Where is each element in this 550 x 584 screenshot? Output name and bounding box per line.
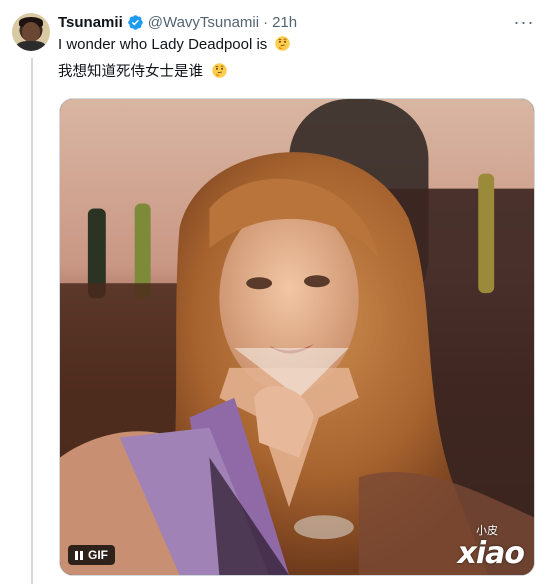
gif-media[interactable]: GIF 小皮 xiao — [59, 98, 535, 576]
tweet-text-chinese: 我想知道死侍女士是谁 — [58, 64, 203, 80]
thread-line — [31, 58, 33, 584]
tweet-text-line2: 我想知道死侍女士是谁 — [58, 62, 228, 82]
thinking-face-emoji-icon — [274, 35, 291, 52]
avatar-face — [22, 22, 40, 42]
avatar[interactable] — [12, 13, 50, 51]
more-options-icon[interactable]: ··· — [514, 12, 534, 32]
avatar-shirt — [16, 41, 46, 51]
gif-label: GIF — [88, 548, 108, 562]
display-name[interactable]: Tsunamii — [58, 14, 123, 31]
pause-icon — [75, 550, 83, 560]
tweet-text-english: I wonder who Lady Deadpool is — [58, 36, 268, 53]
watermark-small-text: 小皮 — [476, 524, 498, 537]
thinking-face-emoji-icon — [211, 62, 228, 79]
user-handle[interactable]: @WavyTsunamii — [148, 14, 259, 31]
watermark-large-text: xiao — [457, 536, 525, 571]
watermark: 小皮 xiao — [457, 524, 525, 571]
separator-dot: · — [263, 13, 269, 31]
tweet-text-line1: I wonder who Lady Deadpool is — [58, 35, 291, 55]
timestamp[interactable]: 21h — [272, 14, 297, 31]
tweet-header: Tsunamii @WavyTsunamii · 21h — [58, 12, 297, 32]
verified-icon — [127, 14, 144, 31]
gif-play-pause-button[interactable]: GIF — [68, 545, 115, 565]
gif-frame — [60, 99, 534, 575]
